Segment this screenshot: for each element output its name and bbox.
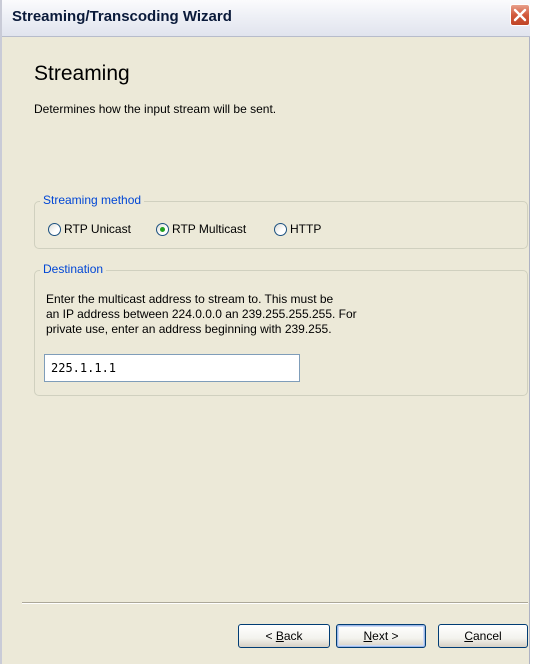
destination-description-line-2: an IP address between 224.0.0.0 an 239.2… [46,307,357,321]
radio-label-rtp-unicast: RTP Unicast [64,222,131,236]
close-icon [513,8,527,22]
destination-legend: Destination [40,262,107,276]
radio-http[interactable]: HTTP [274,220,321,238]
cancel-button-mnemonic: C [464,629,473,643]
back-button[interactable]: < Back [238,624,330,648]
back-button-mnemonic: B [275,629,284,643]
destination-description-line-1: Enter the multicast address to stream to… [46,292,334,306]
radio-label-http: HTTP [290,222,322,236]
cancel-button[interactable]: Cancel [438,624,528,648]
radio-button-icon[interactable] [274,222,287,236]
close-button[interactable] [510,4,530,26]
radio-rtp-unicast[interactable]: RTP Unicast [48,220,131,238]
window-title: Streaming/Transcoding Wizard [12,8,232,25]
title-bar[interactable]: Streaming/Transcoding Wizard [2,0,530,37]
destination-description-line-3: private use, enter an address beginning … [46,322,332,336]
multicast-address-input[interactable] [44,354,300,382]
footer-divider [22,602,528,604]
wizard-window: Streaming/Transcoding Wizard Streaming D… [0,0,530,664]
radio-label-rtp-multicast: RTP Multicast [172,222,247,236]
next-button[interactable]: Next > [336,624,426,648]
radio-dot-icon [160,226,165,232]
cancel-button-suffix: ancel [472,629,502,643]
page-description: Determines how the input stream will be … [34,102,277,116]
next-button-mnemonic: N [363,629,373,643]
streaming-method-legend: Streaming method [40,193,145,207]
next-button-suffix: ext > [372,629,399,643]
radio-rtp-multicast[interactable]: RTP Multicast [156,220,246,238]
back-button-suffix: ack [283,629,303,643]
page-heading: Streaming [34,62,130,85]
radio-button-selected-icon[interactable] [156,222,169,236]
back-button-prefix: < [265,629,276,643]
radio-button-icon[interactable] [48,222,61,236]
